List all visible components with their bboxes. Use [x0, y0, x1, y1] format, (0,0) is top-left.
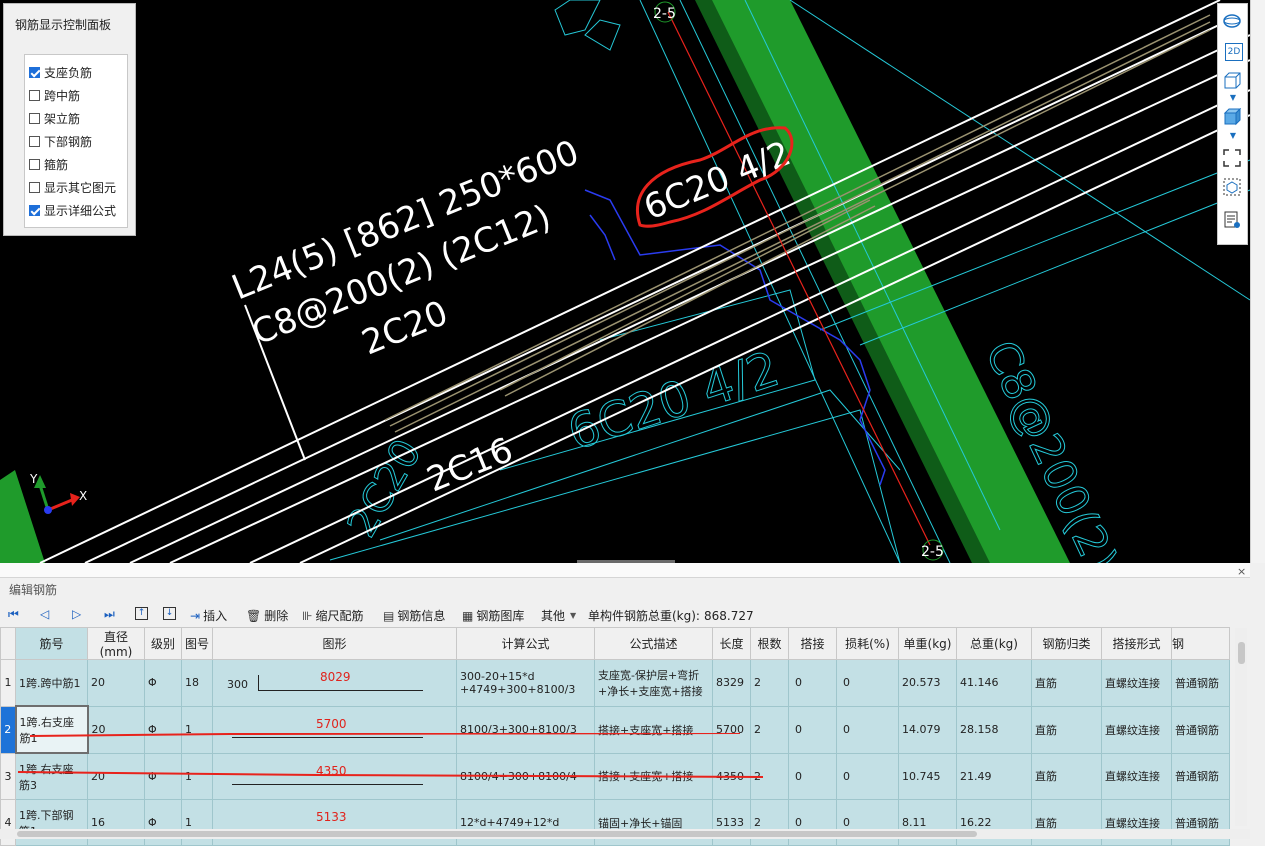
cube-solid-icon[interactable]	[1223, 108, 1243, 128]
col-header[interactable]: 总重(kg)	[956, 627, 1032, 660]
scale-rebar-button[interactable]: ⊪ 缩尺配筋	[302, 607, 363, 624]
checkbox[interactable]	[29, 135, 40, 147]
col-header[interactable]: 钢	[1171, 627, 1230, 660]
shape-cell[interactable]: 300 8029	[212, 659, 457, 707]
control-panel-options: 支座负筋 跨中筋 架立筋 下部钢筋 箍筋 显示其它图元 显示详细公式	[24, 54, 128, 228]
cube-wire-icon[interactable]	[1223, 72, 1243, 92]
insert-button[interactable]: ⇥ 插入	[190, 607, 227, 624]
option-bottom-rebar[interactable]: 下部钢筋	[29, 132, 92, 150]
fullscreen-icon[interactable]	[1223, 149, 1243, 169]
col-header[interactable]: 级别	[144, 627, 182, 660]
chevron-down-icon[interactable]: ▼	[1223, 130, 1243, 140]
option-show-other-elements[interactable]: 显示其它图元	[29, 178, 116, 196]
col-header[interactable]: 搭接形式	[1101, 627, 1172, 660]
checkbox[interactable]	[29, 158, 40, 170]
red-underline-1	[30, 733, 740, 737]
axis-triad: Y X	[29, 472, 87, 514]
axis-label-bottom: 2-5	[921, 544, 944, 560]
last-record-icon[interactable]: ⏭	[104, 607, 118, 622]
2d-view-icon[interactable]: 2D	[1225, 43, 1243, 61]
edit-toolbar: ⏮ ◁ ▷ ⏭ ↑ ↓ ⇥ 插入 🗑 删除 ⊪ 缩尺配筋 ▤ 钢筋信息 ▦ 钢筋图库 其他…	[0, 603, 1250, 625]
checkbox[interactable]	[29, 204, 40, 216]
col-header[interactable]: 长度	[712, 627, 751, 660]
first-record-icon[interactable]: ⏮	[8, 607, 22, 622]
library-icon: ▦	[462, 608, 474, 623]
chevron-down-icon[interactable]: ▼	[1223, 92, 1243, 102]
other-dropdown[interactable]: 其他 ▼	[541, 607, 576, 624]
cube-select-icon[interactable]	[1223, 178, 1243, 198]
table-row[interactable]: 1 1跨.跨中筋1 20 Φ 18 300 8029 300-20+15*d +…	[0, 659, 1230, 707]
total-weight: 单构件钢筋总重(kg): 868.727	[588, 608, 754, 624]
ruler-icon: ⊪	[302, 608, 313, 623]
option-show-detailed-formula[interactable]: 显示详细公式	[29, 201, 116, 219]
col-header[interactable]: 图形	[212, 627, 457, 660]
bottom-rebar-label: 2C16	[421, 430, 518, 500]
chevron-down-icon: ▼	[570, 611, 577, 620]
prev-record-icon[interactable]: ◁	[40, 607, 52, 621]
col-header[interactable]: 直径(mm)	[87, 627, 145, 660]
trash-icon: 🗑	[246, 608, 262, 623]
green-column-edge	[695, 0, 990, 563]
rebar-display-control-panel: 钢筋显示控制面板 支座负筋 跨中筋 架立筋 下部钢筋 箍筋 显示其它图元 显示详…	[3, 3, 136, 236]
report-icon[interactable]	[1223, 211, 1243, 231]
ghost-text-1: 6C20 4/2	[561, 341, 785, 462]
col-header[interactable]: 单重(kg)	[898, 627, 957, 660]
panel-header-strip	[0, 563, 1250, 578]
table-header: 筋号 直径(mm) 级别 图号 图形 计算公式 公式描述 长度 根数 搭接 损耗…	[0, 627, 1230, 660]
col-header[interactable]: 图号	[181, 627, 213, 660]
option-mid-span[interactable]: 跨中筋	[29, 86, 80, 104]
col-header[interactable]: 公式描述	[594, 627, 713, 660]
next-record-icon[interactable]: ▷	[72, 607, 84, 621]
checkbox[interactable]	[29, 112, 40, 124]
checkbox[interactable]	[29, 66, 40, 78]
option-erection-bar[interactable]: 架立筋	[29, 109, 80, 127]
rebar-info-button[interactable]: ▤ 钢筋信息	[383, 607, 445, 624]
horizontal-scrollbar[interactable]	[0, 829, 1250, 839]
axis-x-label: X	[79, 489, 87, 503]
close-icon[interactable]: ×	[1237, 565, 1246, 578]
cad-viewport[interactable]: 6C20 4/2 2C20 C8@200(2) 2-5 2-5 L24(5) […	[0, 0, 1265, 563]
delete-button[interactable]: 🗑 删除	[246, 607, 288, 624]
cad-drawing: 6C20 4/2 2C20 C8@200(2) 2-5 2-5 L24(5) […	[0, 0, 1251, 563]
col-header[interactable]: 根数	[750, 627, 789, 660]
axis-y-label: Y	[29, 472, 38, 486]
checkbox[interactable]	[29, 89, 40, 101]
rebar-shape: 5700	[214, 707, 456, 752]
option-support-negative[interactable]: 支座负筋	[29, 63, 92, 81]
rebar-shape: 300 8029	[214, 660, 456, 705]
col-header[interactable]: 损耗(%)	[836, 627, 899, 660]
move-up-icon[interactable]: ↑	[135, 607, 151, 620]
rebar-library-button[interactable]: ▦ 钢筋图库	[462, 607, 524, 624]
table-row[interactable]: 2 1跨.右支座筋1 20 Φ 1 5700 8100/3+300+8100/3…	[0, 705, 1230, 754]
col-header[interactable]: 计算公式	[456, 627, 595, 660]
view-toolbar: 2D ▼ ▼	[1217, 3, 1248, 245]
col-header[interactable]: 筋号	[15, 627, 88, 660]
row-number-header	[0, 627, 16, 660]
option-stirrup[interactable]: 箍筋	[29, 155, 68, 173]
insert-icon: ⇥	[190, 608, 201, 623]
panel-title: 编辑钢筋	[9, 583, 58, 597]
control-panel-title: 钢筋显示控制面板	[15, 18, 112, 32]
info-icon: ▤	[383, 608, 395, 623]
red-underline-2	[18, 771, 763, 778]
shape-cell[interactable]: 5700	[212, 705, 457, 754]
col-header[interactable]: 搭接	[788, 627, 837, 660]
edit-rebar-panel: × 编辑钢筋 ⏮ ◁ ▷ ⏭ ↑ ↓ ⇥ 插入 🗑 删除 ⊪ 缩尺配筋 ▤ 钢筋信息 ▦…	[0, 563, 1265, 846]
vertical-scrollbar[interactable]	[1235, 628, 1247, 826]
globe-icon[interactable]	[1223, 12, 1243, 32]
right-edge-strip	[1250, 0, 1265, 563]
col-header[interactable]: 钢筋归类	[1031, 627, 1102, 660]
checkbox[interactable]	[29, 181, 40, 193]
move-down-icon[interactable]: ↓	[163, 607, 179, 620]
axis-label-top: 2-5	[653, 6, 676, 22]
